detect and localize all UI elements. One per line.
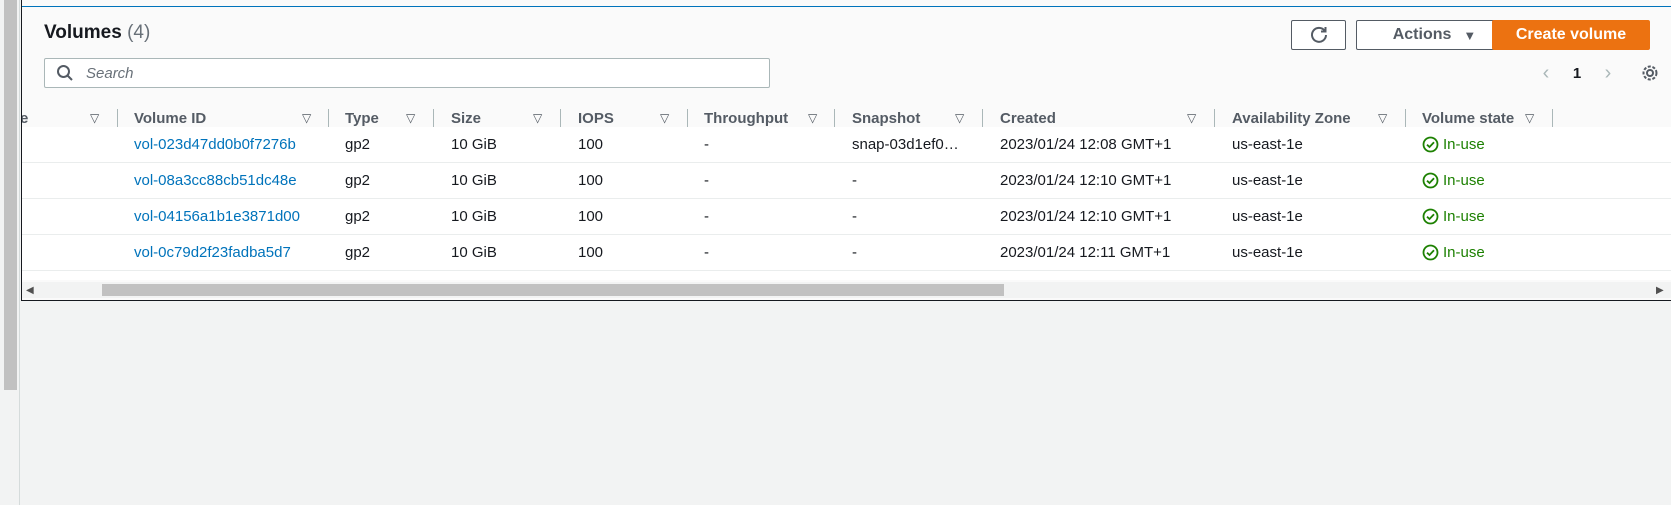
size-cell: 10 GiB [451,136,497,153]
volume-id-link[interactable]: vol-023d47dd0b0f7276b [134,127,296,162]
table-row[interactable]: vol-023d47dd0b0f7276b gp2 10 GiB 100 - s… [22,127,1671,163]
sort-icon[interactable]: ▽ [1187,111,1196,125]
create-volume-button[interactable]: Create volume [1492,20,1650,50]
availability-zone-cell: us-east-1e [1232,172,1303,189]
sort-icon[interactable]: ▽ [406,111,415,125]
snapshot-cell: - [852,244,857,261]
state-label: In-use [1443,136,1485,153]
column-separator[interactable] [834,109,835,127]
sort-icon[interactable]: ▽ [955,111,964,125]
sort-icon[interactable]: ▽ [90,111,99,125]
volume-id-link[interactable]: vol-0c79d2f23fadba5d7 [134,235,291,270]
search-icon [57,65,73,81]
type-cell: gp2 [345,208,371,225]
sort-icon[interactable]: ▽ [660,111,669,125]
current-page[interactable]: 1 [1560,65,1594,82]
refresh-button[interactable] [1291,20,1346,50]
type-cell: gp2 [345,172,371,189]
left-scrollbar-thumb[interactable] [4,0,17,390]
caret-down-icon: ▼ [1463,27,1477,43]
snapshot-cell: - [852,208,857,225]
sort-icon[interactable]: ▽ [1525,111,1534,125]
table-row[interactable]: vol-08a3cc88cb51dc48e gp2 10 GiB 100 - -… [22,163,1671,199]
pagination: ‹ 1 › [1532,60,1622,86]
title-text: Volumes [44,22,122,43]
volume-state-cell: In-use [1422,127,1485,162]
sort-icon[interactable]: ▽ [533,111,542,125]
throughput-cell: - [704,244,709,261]
column-separator[interactable] [560,109,561,127]
size-cell: 10 GiB [451,244,497,261]
page-title: Volumes (4) [44,22,150,44]
availability-zone-cell: us-east-1e [1232,208,1303,225]
availability-zone-cell: us-east-1e [1232,136,1303,153]
column-separator[interactable] [1552,109,1553,127]
column-separator[interactable] [433,109,434,127]
throughput-cell: - [704,208,709,225]
volumes-panel: Volumes (4) Actions ▼ Create volume ‹ 1 … [21,0,1671,301]
actions-button[interactable]: Actions ▼ [1356,20,1513,50]
horizontal-scrollbar[interactable]: ◀ ▶ [22,282,1671,298]
refresh-icon [1310,26,1327,43]
created-cell: 2023/01/24 12:11 GMT+1 [1000,244,1171,261]
volume-count: (4) [127,22,151,43]
column-separator[interactable] [1405,109,1406,127]
iops-cell: 100 [578,172,604,189]
snapshot-cell: - [852,172,857,189]
created-cell: 2023/01/24 12:10 GMT+1 [1000,208,1172,225]
type-cell: gp2 [345,244,371,261]
state-label: In-use [1443,244,1485,261]
volume-id-link[interactable]: vol-04156a1b1e3871d00 [134,199,300,234]
volumes-table: e ▽ Volume ID ▽ Type ▽ Size ▽ IOPS ▽ Thr… [22,100,1671,280]
column-separator[interactable] [687,109,688,127]
created-cell: 2023/01/24 12:08 GMT+1 [1000,136,1172,153]
table-row[interactable]: vol-04156a1b1e3871d00 gp2 10 GiB 100 - -… [22,199,1671,235]
iops-cell: 100 [578,208,604,225]
previous-page-icon[interactable]: ‹ [1532,62,1560,85]
column-separator[interactable] [982,109,983,127]
scroll-right-icon[interactable]: ▶ [1656,285,1664,296]
type-cell: gp2 [345,136,371,153]
sort-icon[interactable]: ▽ [1378,111,1387,125]
check-circle-icon [1422,136,1439,153]
column-separator[interactable] [1214,109,1215,127]
volume-state-cell: In-use [1422,163,1485,198]
snapshot-cell: snap-03d1ef0… [852,136,959,153]
check-circle-icon [1422,208,1439,225]
search-input[interactable] [84,63,728,83]
search-box[interactable] [44,58,770,88]
iops-cell: 100 [578,244,604,261]
horizontal-scrollbar-thumb[interactable] [102,284,1004,296]
sort-icon[interactable]: ▽ [808,111,817,125]
scroll-left-icon[interactable]: ◀ [26,285,34,296]
next-page-icon[interactable]: › [1594,62,1622,85]
column-separator[interactable] [328,109,329,127]
sort-icon[interactable]: ▽ [302,111,311,125]
volume-state-cell: In-use [1422,199,1485,234]
created-cell: 2023/01/24 12:10 GMT+1 [1000,172,1172,189]
column-separator[interactable] [117,109,118,127]
volume-state-cell: In-use [1422,235,1485,270]
gear-icon[interactable] [1639,62,1661,84]
throughput-cell: - [704,136,709,153]
check-circle-icon [1422,172,1439,189]
iops-cell: 100 [578,136,604,153]
table-row[interactable]: vol-0c79d2f23fadba5d7 gp2 10 GiB 100 - -… [22,235,1671,271]
state-label: In-use [1443,208,1485,225]
left-scrollbar[interactable] [0,0,20,505]
check-circle-icon [1422,244,1439,261]
size-cell: 10 GiB [451,208,497,225]
size-cell: 10 GiB [451,172,497,189]
panel-top-border [22,0,1671,7]
state-label: In-use [1443,172,1485,189]
volume-id-link[interactable]: vol-08a3cc88cb51dc48e [134,163,297,198]
throughput-cell: - [704,172,709,189]
actions-label: Actions [1392,26,1452,43]
availability-zone-cell: us-east-1e [1232,244,1303,261]
